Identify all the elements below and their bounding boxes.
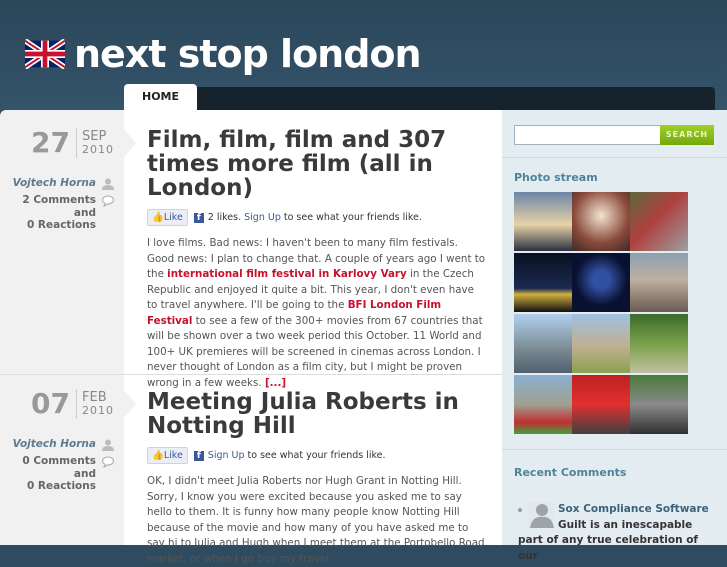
nav-bar (197, 87, 715, 112)
comments-count[interactable]: 2 Comments and (22, 194, 96, 219)
reactions-count[interactable]: 0 Reactions (27, 219, 96, 231)
speech-bubble-icon (102, 456, 114, 468)
photo-thumbnail[interactable] (630, 253, 688, 312)
like-label: Like (163, 450, 183, 461)
post-comments[interactable]: 2 Comments and 0 Reactions (0, 194, 114, 232)
post-meta: 07 FEB 2010 Vojtech Horna 0 Comments and 0… (0, 389, 124, 493)
date-month: FEB (82, 389, 107, 405)
like-text: to see what your friends like. (247, 450, 386, 461)
signup-link[interactable]: Sign Up (244, 212, 281, 223)
date-month: SEP (82, 128, 107, 144)
date-arrow (124, 129, 136, 157)
date-day: 07 (31, 389, 77, 419)
post-author[interactable]: Vojtech Horna (0, 438, 114, 451)
recent-comments-heading: Recent Comments (514, 466, 627, 479)
author-name[interactable]: Vojtech Horna (13, 177, 96, 189)
facebook-icon: f (193, 450, 204, 461)
photo-thumbnail[interactable] (630, 192, 688, 251)
date-year: 2010 (82, 403, 114, 417)
photo-thumbnail[interactable] (630, 375, 688, 434)
signup-link[interactable]: Sign Up (208, 450, 245, 461)
user-icon (102, 439, 114, 451)
date-day: 27 (31, 128, 77, 158)
nav-tab-home[interactable]: HOME (124, 84, 197, 112)
post-author[interactable]: Vojtech Horna (0, 177, 114, 190)
search-button[interactable]: SEARCH (660, 125, 714, 145)
user-icon (102, 178, 114, 190)
likes-count: 2 likes. (207, 212, 242, 223)
post-excerpt: OK, I didn't meet Julia Roberts nor Hugh… (147, 475, 485, 565)
photo-thumbnail[interactable] (514, 253, 572, 312)
recent-comment-item: Sox Compliance Software Guilt is an ines… (518, 502, 718, 564)
photo-thumbnail[interactable] (514, 192, 572, 251)
date-year: 2010 (82, 142, 114, 156)
photo-thumbnail[interactable] (572, 253, 630, 312)
photo-stream-grid (514, 192, 688, 434)
sidebar-divider (502, 157, 727, 158)
post-date: 07 FEB 2010 (0, 389, 114, 419)
speech-bubble-icon (102, 195, 114, 207)
post-date: 27 SEP 2010 (0, 128, 114, 158)
post: Meeting Julia Roberts in Notting Hill 👍L… (147, 390, 487, 567)
like-text: to see what your friends like. (283, 212, 422, 223)
bullet (518, 508, 522, 512)
text: to see a few of the 300+ movies from 67 … (147, 314, 483, 389)
comment-author-link[interactable]: Sox Compliance Software (558, 503, 709, 515)
facebook-icon: f (193, 212, 204, 223)
photo-thumbnail[interactable] (572, 314, 630, 373)
like-button[interactable]: 👍Like (147, 209, 188, 226)
search-input[interactable] (514, 125, 662, 145)
date-arrow (124, 390, 136, 418)
post-title[interactable]: Meeting Julia Roberts in Notting Hill (147, 390, 487, 438)
facebook-like: 👍Like f 2 likes. Sign Up to see what you… (147, 209, 487, 226)
photo-thumbnail[interactable] (514, 375, 572, 434)
photo-stream-heading: Photo stream (514, 171, 598, 184)
karlovy-vary-link[interactable]: international film festival in Karlovy V… (167, 268, 407, 280)
like-label: Like (163, 212, 183, 223)
photo-thumbnail[interactable] (572, 192, 630, 251)
facebook-like: 👍Like f Sign Up to see what your friends… (147, 447, 487, 464)
site-title: next stop london (74, 32, 422, 76)
post-excerpt: I love films. Bad news: I haven't been t… (147, 236, 487, 391)
photo-thumbnail[interactable] (630, 314, 688, 373)
photo-thumbnail[interactable] (514, 314, 572, 373)
reactions-count[interactable]: 0 Reactions (27, 480, 96, 492)
comments-count[interactable]: 0 Comments and (22, 455, 96, 480)
post-comments[interactable]: 0 Comments and 0 Reactions (0, 455, 114, 493)
avatar (528, 502, 554, 528)
post: Film, film, film and 307 times more film… (147, 128, 487, 391)
sidebar-divider (502, 449, 727, 450)
post-meta: 27 SEP 2010 Vojtech Horna 2 Comments and 0… (0, 128, 124, 232)
post-title[interactable]: Film, film, film and 307 times more film… (147, 128, 487, 200)
like-button[interactable]: 👍Like (147, 447, 188, 464)
photo-thumbnail[interactable] (572, 375, 630, 434)
author-name[interactable]: Vojtech Horna (13, 438, 96, 450)
union-jack-flag-icon (25, 39, 65, 69)
site-logo[interactable]: next stop london (25, 32, 422, 76)
read-more-link[interactable]: [...] (265, 377, 286, 389)
